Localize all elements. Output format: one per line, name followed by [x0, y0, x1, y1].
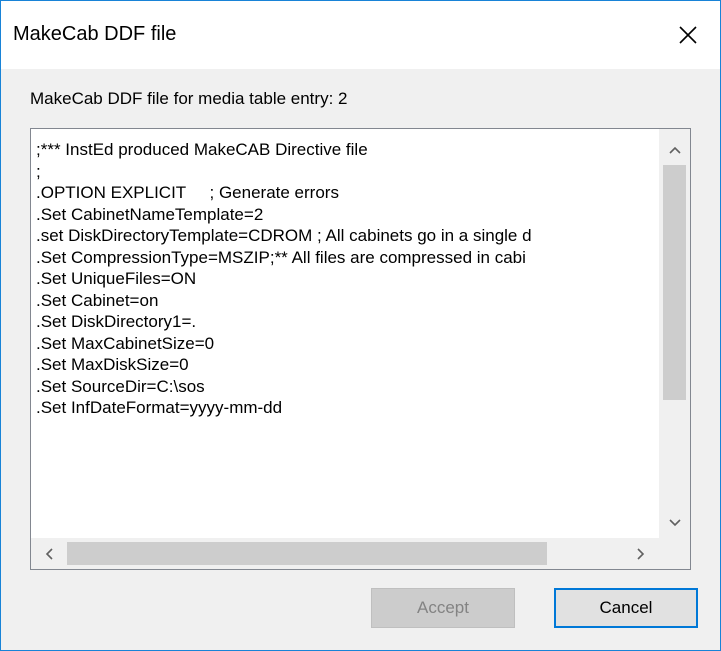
text-line: .Set DiskDirectory1=.	[36, 312, 197, 331]
scroll-up-button[interactable]	[659, 135, 690, 165]
text-line: .set DiskDirectoryTemplate=CDROM ; All c…	[36, 226, 532, 245]
close-button[interactable]	[656, 1, 720, 69]
scroll-right-button[interactable]	[626, 538, 656, 569]
scroll-left-button[interactable]	[34, 538, 64, 569]
text-line: .Set CabinetNameTemplate=2	[36, 204, 264, 224]
vertical-scroll-thumb[interactable]	[663, 165, 686, 400]
text-line: .Set InfDateFormat=yyyy-mm-dd	[36, 398, 283, 417]
ddf-text-area[interactable]: ;*** InstEd produced MakeCAB Directive f…	[30, 128, 691, 570]
scroll-down-button[interactable]	[659, 508, 690, 538]
cancel-button[interactable]: Cancel	[554, 588, 698, 628]
text-line: ;*** InstEd produced MakeCAB Directive f…	[36, 140, 368, 159]
text-line: .Set UniqueFiles=ON	[36, 269, 197, 288]
media-entry-label: MakeCab DDF file for media table entry: …	[30, 89, 348, 108]
window-title: MakeCab DDF file	[13, 23, 177, 45]
chevron-left-icon	[45, 547, 53, 560]
chevron-down-icon	[668, 519, 681, 527]
text-line: .Set Cabinet=on	[36, 290, 159, 310]
horizontal-scrollbar[interactable]	[31, 538, 659, 569]
title-bar[interactable]: MakeCab DDF file	[1, 1, 720, 69]
text-line: .Set MaxDiskSize=0	[36, 355, 189, 374]
ddf-text-content[interactable]: ;*** InstEd produced MakeCAB Directive f…	[36, 139, 666, 531]
text-line: .Set CompressionType=MSZIP;** All files …	[36, 247, 526, 267]
horizontal-scroll-thumb[interactable]	[67, 542, 547, 565]
chevron-up-icon	[668, 146, 681, 154]
text-line: .Set MaxCabinetSize=0	[36, 333, 215, 353]
accept-button[interactable]: Accept	[371, 588, 515, 628]
chevron-right-icon	[637, 547, 645, 560]
makecab-ddf-dialog: MakeCab DDF file MakeCab DDF file for me…	[0, 0, 721, 651]
close-icon	[679, 26, 697, 44]
text-line: .Set SourceDir=C:\sos	[36, 376, 205, 396]
text-line: ;	[36, 161, 41, 181]
text-line: .OPTION EXPLICIT ; Generate errors	[36, 183, 339, 202]
vertical-scrollbar[interactable]	[659, 129, 690, 538]
scrollbar-corner	[659, 538, 690, 569]
